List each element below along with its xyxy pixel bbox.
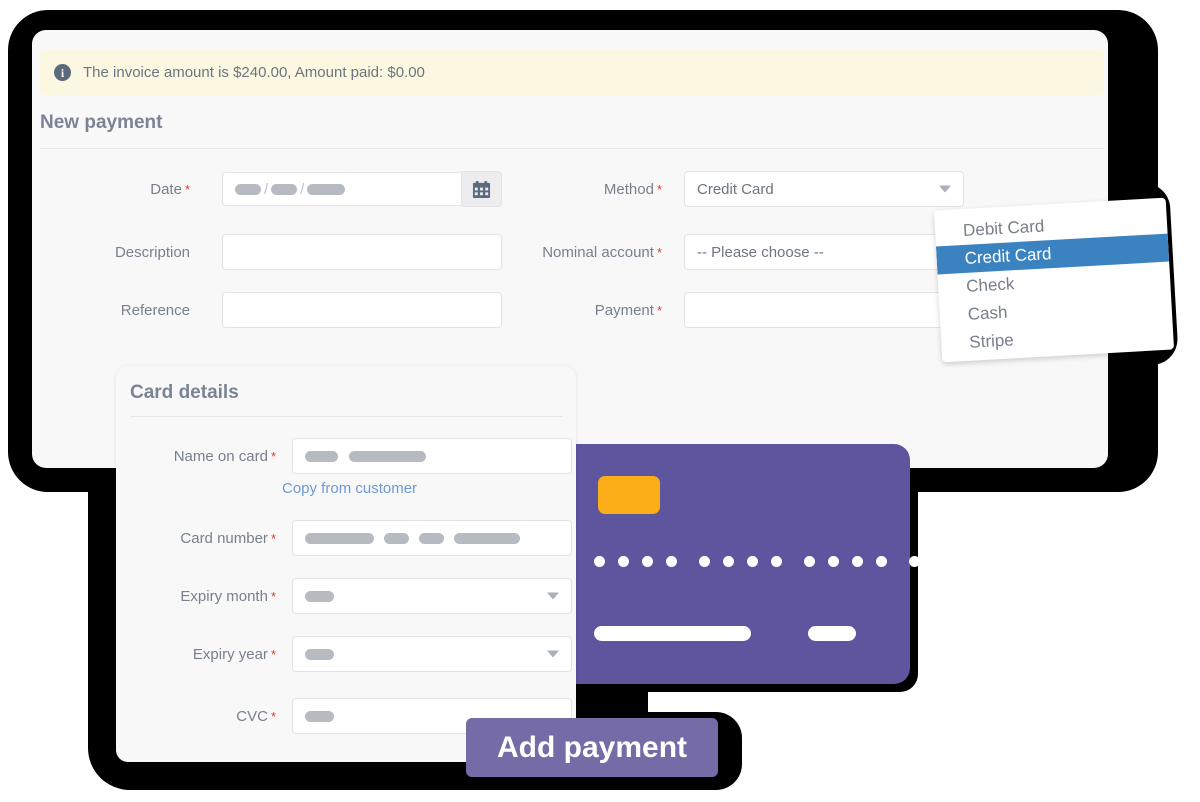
required-marker: * xyxy=(270,530,276,546)
field-row-date: Date * / / xyxy=(40,171,502,207)
label-reference: Reference xyxy=(120,301,190,319)
card-chip-icon xyxy=(598,476,660,514)
label-expiry-month: Expiry month * xyxy=(180,587,276,605)
card-digit-group xyxy=(594,556,677,567)
field-row-name-on-card: Name on card * xyxy=(116,438,572,474)
date-slash-2: / xyxy=(300,180,305,198)
masked-last-name xyxy=(349,450,426,462)
expiry-year-select[interactable] xyxy=(292,636,572,672)
label-nominal-account: Nominal account * xyxy=(542,243,662,261)
field-row-card-number: Card number * xyxy=(116,520,572,556)
field-row-payment: Payment * xyxy=(502,292,964,328)
method-select[interactable]: Credit Card xyxy=(684,171,964,207)
required-marker: * xyxy=(656,302,662,318)
add-payment-button[interactable]: Add payment xyxy=(466,718,718,777)
label-method: Method * xyxy=(603,180,662,198)
credit-card-illustration xyxy=(558,444,992,684)
copy-from-customer-link[interactable]: Copy from customer xyxy=(282,480,417,497)
required-marker: * xyxy=(270,448,276,464)
masked-cvc xyxy=(305,710,334,722)
card-holder-name-bar xyxy=(594,626,751,641)
masked-day xyxy=(235,183,261,195)
masked-card-group-3 xyxy=(419,532,444,544)
payment-amount-input[interactable] xyxy=(684,292,964,328)
date-slash-1: / xyxy=(264,180,269,198)
masked-expiry-month xyxy=(305,590,334,602)
card-number-input[interactable] xyxy=(292,520,572,556)
label-expiry-year: Expiry year * xyxy=(192,645,276,663)
required-marker: * xyxy=(270,708,276,724)
card-expiry-bar xyxy=(808,626,856,641)
name-on-card-input[interactable] xyxy=(292,438,572,474)
title-divider xyxy=(40,148,1104,149)
card-details-divider xyxy=(130,416,562,417)
method-dropdown-menu[interactable]: Debit Card Credit Card Check Cash Stripe xyxy=(933,197,1175,363)
card-details-panel: Card details Name on card * Copy from cus… xyxy=(116,366,576,762)
card-details-title: Card details xyxy=(130,382,239,403)
chevron-down-icon xyxy=(939,185,951,193)
label-card-number: Card number * xyxy=(180,529,276,547)
masked-year xyxy=(307,183,346,195)
label-date: Date * xyxy=(150,180,190,198)
required-marker: * xyxy=(270,646,276,662)
field-row-reference: Reference xyxy=(40,292,502,328)
invoice-amount-alert: i The invoice amount is $240.00, Amount … xyxy=(40,50,1104,95)
required-marker: * xyxy=(656,244,662,260)
card-digit-group xyxy=(909,556,992,567)
label-description: Description xyxy=(114,243,190,261)
field-row-expiry-year: Expiry year * xyxy=(116,636,572,672)
label-name-on-card: Name on card * xyxy=(173,447,276,465)
masked-card-group-1 xyxy=(305,532,374,544)
card-digit-group xyxy=(804,556,887,567)
field-row-description: Description xyxy=(40,234,502,270)
description-input[interactable] xyxy=(222,234,502,270)
calendar-icon-button[interactable] xyxy=(462,171,502,207)
alert-text: The invoice amount is $240.00, Amount pa… xyxy=(83,64,425,81)
masked-month xyxy=(271,183,298,195)
field-row-expiry-month: Expiry month * xyxy=(116,578,572,614)
nominal-account-select[interactable]: -- Please choose -- xyxy=(684,234,964,270)
info-icon: i xyxy=(54,64,71,81)
required-marker: * xyxy=(184,181,190,197)
masked-card-group-2 xyxy=(384,532,409,544)
date-input[interactable]: / / xyxy=(222,172,462,206)
field-row-nominal-account: Nominal account * -- Please choose -- xyxy=(502,234,964,270)
required-marker: * xyxy=(656,181,662,197)
card-number-dots xyxy=(594,556,992,567)
field-row-method: Method * Credit Card xyxy=(502,171,964,207)
calendar-icon xyxy=(472,180,491,198)
masked-card-group-4 xyxy=(454,532,520,544)
label-payment: Payment * xyxy=(594,301,662,319)
masked-expiry-year xyxy=(305,648,334,660)
expiry-month-select[interactable] xyxy=(292,578,572,614)
chevron-down-icon xyxy=(547,650,559,658)
reference-input[interactable] xyxy=(222,292,502,328)
masked-first-name xyxy=(305,450,338,462)
screenshot-root: i The invoice amount is $240.00, Amount … xyxy=(0,0,1200,802)
required-marker: * xyxy=(270,588,276,604)
card-digit-group xyxy=(699,556,782,567)
label-cvc: CVC * xyxy=(236,707,276,725)
chevron-down-icon xyxy=(547,592,559,600)
page-title: New payment xyxy=(40,112,163,133)
